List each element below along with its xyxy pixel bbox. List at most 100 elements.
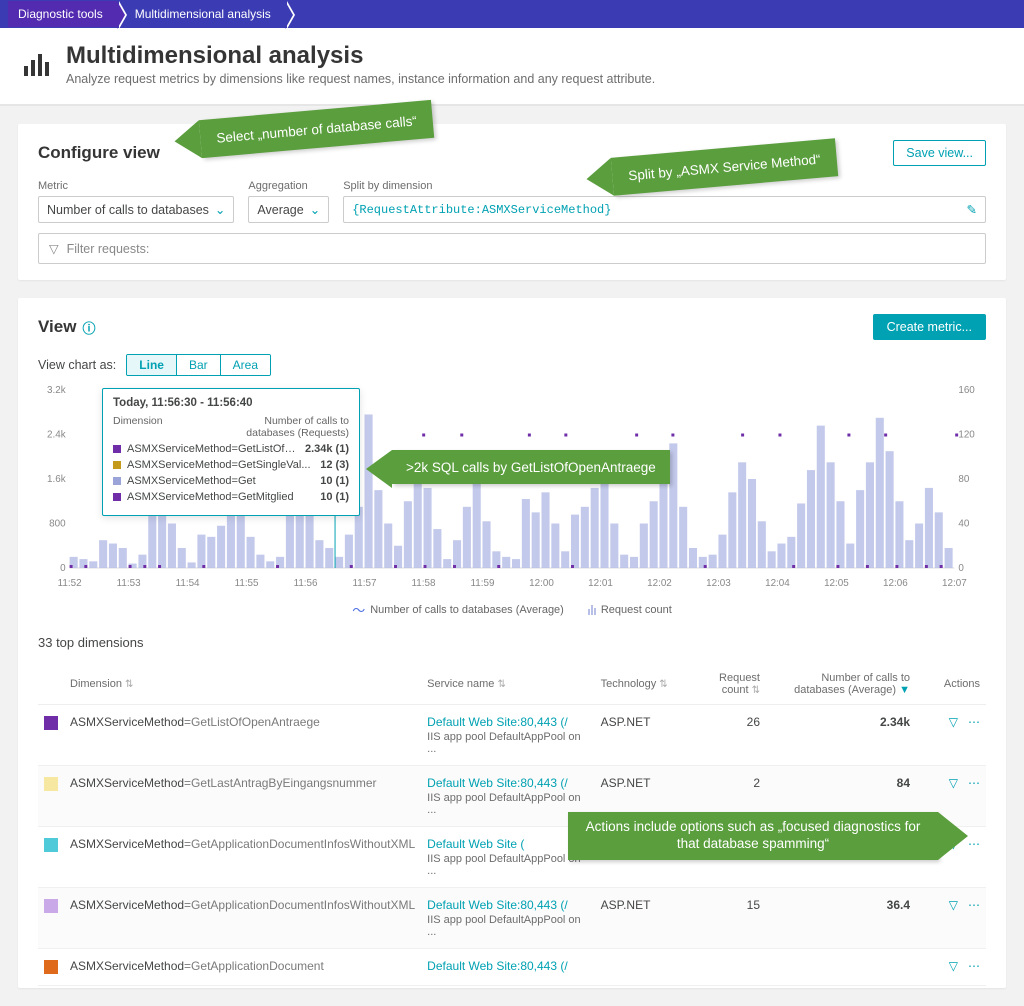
svg-text:12:05: 12:05	[824, 578, 849, 589]
filter-placeholder: Filter requests:	[67, 242, 150, 256]
sort-icon: ⇅	[125, 679, 133, 690]
svg-text:12:07: 12:07	[942, 578, 967, 589]
create-metric-button[interactable]: Create metric...	[873, 314, 986, 340]
aggregation-value: Average	[257, 203, 303, 217]
filter-icon[interactable]: ▽	[949, 776, 958, 790]
annotation-actions: Actions include options such as „focused…	[568, 812, 938, 860]
service-link[interactable]: Default Web Site:80,443 (/	[427, 898, 568, 912]
color-chip	[44, 716, 58, 730]
page-subtitle: Analyze request metrics by dimensions li…	[66, 72, 655, 86]
sort-icon: ⇅	[752, 685, 760, 696]
tooltip-col-dimension: Dimension	[113, 415, 163, 439]
svg-text:12:03: 12:03	[706, 578, 731, 589]
split-dimension-input[interactable]: {RequestAttribute:ASMXServiceMethod} ✎	[343, 196, 986, 223]
line-icon: 〜	[352, 600, 365, 619]
service-link[interactable]: Default Web Site:80,443 (/	[427, 715, 568, 729]
col-technology[interactable]: Technology⇅	[595, 664, 674, 705]
col-calls[interactable]: Number of calls to databases (Average) ▼	[766, 664, 916, 705]
filter-requests-input[interactable]: ▽ Filter requests:	[38, 233, 986, 264]
svg-text:40: 40	[958, 518, 969, 529]
svg-text:80: 80	[958, 474, 969, 485]
chart-type-area[interactable]: Area	[220, 355, 270, 375]
chart-tooltip: Today, 11:56:30 - 11:56:40 Dimension Num…	[102, 388, 360, 516]
color-chip	[44, 838, 58, 852]
svg-text:160: 160	[958, 385, 975, 396]
col-actions: Actions	[916, 664, 986, 705]
svg-text:11:52: 11:52	[58, 578, 82, 589]
service-link[interactable]: Default Web Site:80,443 (/	[427, 959, 568, 973]
more-icon[interactable]: ⋯	[968, 837, 980, 851]
view-chart-as-label: View chart as:	[38, 358, 116, 372]
filter-icon[interactable]: ▽	[949, 715, 958, 729]
chart-area[interactable]: 0 800 1.6k 2.4k 3.2k 0 40 80 120 160 11:52 11:53 11:…	[38, 382, 986, 592]
metric-label: Metric	[38, 180, 234, 192]
legend-requests: Request count	[588, 600, 672, 619]
color-chip	[44, 777, 58, 791]
svg-text:120: 120	[958, 429, 975, 440]
configure-card: Select „number of database calls“ Split …	[18, 124, 1006, 280]
tooltip-time: Today, 11:56:30 - 11:56:40	[113, 397, 349, 409]
svg-text:12:04: 12:04	[765, 578, 790, 589]
tooltip-row: ASMXServiceMethod=Get10 (1)	[113, 475, 349, 487]
chevron-down-icon: ⌄	[310, 202, 320, 217]
legend-calls: 〜 Number of calls to databases (Average)	[352, 600, 564, 619]
table-row[interactable]: ASMXServiceMethod=GetApplicationDocument…	[38, 949, 986, 986]
save-view-button[interactable]: Save view...	[893, 140, 986, 166]
svg-text:3.2k: 3.2k	[47, 385, 66, 396]
svg-text:0: 0	[60, 563, 66, 574]
filter-icon[interactable]: ▽	[949, 898, 958, 912]
svg-text:11:54: 11:54	[176, 578, 200, 589]
chart-type-line[interactable]: Line	[127, 355, 176, 375]
svg-text:800: 800	[49, 518, 66, 529]
svg-text:11:56: 11:56	[294, 578, 318, 589]
more-icon[interactable]: ⋯	[968, 776, 980, 790]
configure-title: Configure view	[38, 143, 160, 163]
aggregation-label: Aggregation	[248, 180, 329, 192]
more-icon[interactable]: ⋯	[968, 898, 980, 912]
sort-icon: ⇅	[497, 679, 505, 690]
table-row[interactable]: ASMXServiceMethod=GetListOfOpenAntraege …	[38, 705, 986, 766]
col-request-count[interactable]: Request count⇅	[674, 664, 766, 705]
tooltip-row: ASMXServiceMethod=GetMitglied10 (1)	[113, 491, 349, 503]
metric-select[interactable]: Number of calls to databases ⌄	[38, 196, 234, 223]
more-icon[interactable]: ⋯	[968, 715, 980, 729]
svg-text:12:01: 12:01	[588, 578, 613, 589]
svg-text:11:55: 11:55	[235, 578, 259, 589]
chart-legend: 〜 Number of calls to databases (Average)…	[38, 600, 986, 619]
svg-text:1.6k: 1.6k	[47, 474, 66, 485]
filter-icon[interactable]: ▽	[949, 959, 958, 973]
svg-text:12:00: 12:00	[529, 578, 554, 589]
more-icon[interactable]: ⋯	[968, 959, 980, 973]
page-header: Multidimensional analysis Analyze reques…	[0, 28, 1024, 106]
chart-type-bar[interactable]: Bar	[176, 355, 220, 375]
tooltip-col-calls: Number of calls to databases (Requests)	[229, 415, 349, 439]
svg-text:11:58: 11:58	[412, 578, 436, 589]
svg-text:2.4k: 2.4k	[47, 429, 66, 440]
col-dimension[interactable]: Dimension⇅	[64, 664, 421, 705]
service-link[interactable]: Default Web Site:80,443 (/	[427, 776, 568, 790]
svg-text:11:53: 11:53	[117, 578, 141, 589]
service-link[interactable]: Default Web Site (	[427, 837, 524, 851]
color-chip	[44, 960, 58, 974]
info-icon[interactable]: ⓘ	[82, 318, 95, 337]
pencil-icon[interactable]: ✎	[967, 202, 977, 217]
aggregation-select[interactable]: Average ⌄	[248, 196, 329, 223]
sort-active-icon: ▼	[899, 684, 910, 696]
svg-text:12:02: 12:02	[647, 578, 672, 589]
col-service[interactable]: Service name⇅	[421, 664, 594, 705]
breadcrumb-item-analysis[interactable]: Multidimensional analysis	[125, 1, 285, 27]
annotation-2k-sql: >2k SQL calls by GetListOfOpenAntraege	[392, 450, 670, 484]
view-card: View ⓘ Create metric... View chart as: L…	[18, 298, 1006, 988]
table-row[interactable]: ASMXServiceMethod=GetApplicationDocument…	[38, 888, 986, 949]
breadcrumb-item-diagnostic[interactable]: Diagnostic tools	[8, 1, 117, 27]
split-dimension-token: {RequestAttribute:ASMXServiceMethod}	[352, 203, 611, 217]
dimensions-heading: 33 top dimensions	[38, 635, 986, 650]
svg-text:0: 0	[958, 563, 964, 574]
page-title: Multidimensional analysis	[66, 42, 655, 70]
svg-text:11:59: 11:59	[471, 578, 495, 589]
bar-icon	[588, 605, 596, 615]
svg-text:11:57: 11:57	[353, 578, 377, 589]
bar-chart-icon	[20, 48, 52, 80]
sort-icon: ⇅	[659, 679, 667, 690]
color-chip	[44, 899, 58, 913]
